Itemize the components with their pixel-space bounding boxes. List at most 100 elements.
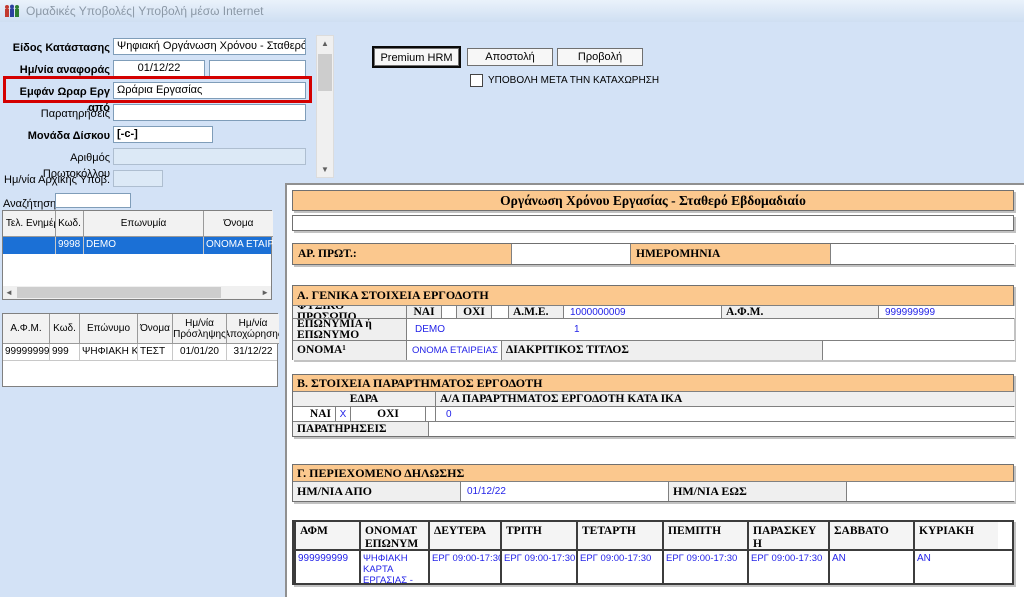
edra-nai-box[interactable]: X xyxy=(335,407,350,421)
protocol-row: ΑΡ. ΠΡΩΤ.: ΗΜΕΡΟΜΗΝΙΑ xyxy=(292,243,1014,265)
employees-table: Α.Φ.Μ. Κωδ. Επώνυμο Όνομα Ημ/νία Πρόσληψ… xyxy=(2,313,278,387)
employees-col-afm[interactable]: Α.Φ.Μ. xyxy=(3,314,50,344)
employee-eponymo[interactable]: ΨΗΦΙΑΚΗ ΚΑΡΤΑ xyxy=(80,344,138,360)
diakritikos-label: ΔΙΑΚΡΙΤΙΚΟΣ ΤΙΤΛΟΣ xyxy=(501,341,822,360)
employees-col-eponymo[interactable]: Επώνυμο xyxy=(80,314,138,344)
paratiriseis-label: Παρατηρήσεις xyxy=(2,106,110,122)
section-a-title: Α. ΓΕΝΙΚΑ ΣΤΟΙΧΕΙΑ ΕΡΓΟΔΟΤΗ xyxy=(293,286,1013,305)
form-vertical-scrollbar[interactable]: ▲ ▼ xyxy=(316,35,334,178)
section-c-title: Γ. ΠΕΡΙΕΧΟΜΕΝΟ ΔΗΛΩΣΗΣ xyxy=(293,465,1013,481)
edra-oxi-label: ΟΧΙ xyxy=(350,407,425,421)
company-updated[interactable] xyxy=(3,237,56,254)
imnia-anaforas-input-2[interactable] xyxy=(209,60,306,77)
paratiriseis-doc-value xyxy=(428,422,1015,436)
protokollo-label: Αριθμός Πρωτοκόλλου xyxy=(2,150,110,166)
title-bar: Ομαδικές Υποβολές| Υποβολή μέσω Internet xyxy=(0,0,1024,22)
nai-label: ΝΑΙ xyxy=(406,306,441,318)
date-from-value: 01/12/22 xyxy=(460,482,668,501)
document-subtitle-row xyxy=(292,215,1014,231)
oxi-box[interactable] xyxy=(491,306,508,318)
protocol-date-value xyxy=(830,244,1015,264)
edra-label: ΕΔΡΑ xyxy=(293,392,435,406)
provoli-button[interactable]: Προβολή xyxy=(557,48,643,66)
schedule-saturday: ΑΝ xyxy=(828,551,913,583)
companies-table-row[interactable]: 9998 DEMO ΟΝΟΜΑ ΕΤΑΙΡΕΙΑΣ xyxy=(3,237,271,254)
premium-hrm-button[interactable]: Premium HRM xyxy=(374,48,459,66)
companies-horizontal-scrollbar[interactable]: ◄ ► xyxy=(3,286,271,299)
document-title: Οργάνωση Χρόνου Εργασίας - Σταθερό Εβδομ… xyxy=(292,190,1014,211)
eponymia-text: DEMO xyxy=(415,324,445,335)
apostoli-button[interactable]: Αποστολή xyxy=(467,48,553,66)
eidos-katastasis-input[interactable]: Ψηφιακή Οργάνωση Χρόνου - Σταθερό Εβδομ xyxy=(113,38,306,55)
schedule-col-sunday: ΚΥΡΙΑΚΗ xyxy=(913,522,998,549)
schedule-monday: ΕΡΓ 09:00-17:30 xyxy=(428,551,500,583)
employees-table-row[interactable]: 999999999 999 ΨΗΦΙΑΚΗ ΚΑΡΤΑ ΤΕΣΤ 01/01/2… xyxy=(3,344,277,361)
schedule-col-afm: ΑΦΜ xyxy=(294,522,359,549)
employees-col-code[interactable]: Κωδ. xyxy=(50,314,80,344)
company-eponymia[interactable]: DEMO xyxy=(84,237,204,254)
paratiriseis-doc-label: ΠΑΡΑΤΗΡΗΣΕΙΣ xyxy=(293,422,428,436)
schedule-row: 999999999 ΨΗΦΙΑΚΗ ΚΑΡΤΑ ΕΡΓΑΣΙΑΣ - ΤΕΣΤ … xyxy=(294,549,1012,583)
schedule-col-name: ΟΝΟΜΑΤΕΠΩΝΥΜΟ xyxy=(359,522,428,549)
employees-col-onoma[interactable]: Όνομα xyxy=(138,314,173,344)
schedule-friday: ΕΡΓ 09:00-17:30 xyxy=(747,551,828,583)
submit-after-save-checkbox[interactable] xyxy=(470,74,483,87)
aa-pararthmatos-label: Α/Α ΠΑΡΑΡΤΗΜΑΤΟΣ ΕΡΓΟΔΟΤΗ ΚΑΤΑ ΙΚΑ xyxy=(435,392,1015,406)
employee-onoma[interactable]: ΤΕΣΤ xyxy=(138,344,173,360)
section-c: Γ. ΠΕΡΙΕΧΟΜΕΝΟ ΔΗΛΩΣΗΣ ΗΜ/ΝΙΑ ΑΠΟ 01/12/… xyxy=(292,464,1014,502)
scroll-left-icon[interactable]: ◄ xyxy=(5,288,13,297)
scrollbar-thumb[interactable] xyxy=(318,54,332,91)
date-to-label: ΗΜ/ΝΙΑ ΕΩΣ xyxy=(668,482,846,501)
companies-table: Ημ/νία Τελ. Ενημέρωσης Κωδ. Επωνυμία Όνο… xyxy=(2,210,272,300)
onoma-label: ΟΝΟΜΑ¹ xyxy=(293,341,406,360)
nai-box[interactable] xyxy=(441,306,456,318)
scroll-down-icon[interactable]: ▼ xyxy=(317,165,333,174)
schedule-tuesday: ΕΡΓ 09:00-17:30 xyxy=(500,551,576,583)
eponymia-value: DEMO 1 xyxy=(406,319,1014,340)
hscrollbar-thumb[interactable] xyxy=(17,287,221,298)
section-b: Β. ΣΤΟΙΧΕΙΑ ΠΑΡΑΡΤΗΜΑΤΟΣ ΕΡΓΟΔΟΤΗ ΕΔΡΑ Α… xyxy=(292,374,1014,437)
ame-label: Α.Μ.Ε. xyxy=(508,306,563,318)
monada-diskou-input[interactable]: [-c-] xyxy=(113,126,213,143)
schedule-col-saturday: ΣΑΒΒΑΤΟ xyxy=(828,522,913,549)
schedule-table: ΑΦΜ ΟΝΟΜΑΤΕΠΩΝΥΜΟ ΔΕΥΤΕΡΑ ΤΡΙΤΗ ΤΕΤΑΡΤΗ … xyxy=(292,520,1014,585)
scroll-right-icon[interactable]: ► xyxy=(261,288,269,297)
eponymia-number: 1 xyxy=(574,324,580,335)
window-title: Ομαδικές Υποβολές| Υποβολή μέσω Internet xyxy=(26,4,264,18)
search-input[interactable] xyxy=(55,193,131,208)
aa-pararthmatos-value: 0 xyxy=(435,407,1015,421)
submit-after-save-label: ΥΠΟΒΟΛΗ ΜΕΤΑ ΤΗΝ ΚΑΤΑΧΩΡΗΣΗ xyxy=(488,75,659,86)
protokollo-input xyxy=(113,148,306,165)
companies-col-code[interactable]: Κωδ. xyxy=(56,211,84,237)
companies-col-eponymia[interactable]: Επωνυμία xyxy=(84,211,204,237)
employees-col-left[interactable]: Ημ/νία Αποχώρησης xyxy=(227,314,279,344)
application-window: Ομαδικές Υποβολές| Υποβολή μέσω Internet… xyxy=(0,0,1024,597)
paratiriseis-input[interactable] xyxy=(113,104,306,121)
employee-hired[interactable]: 01/01/20 xyxy=(173,344,227,360)
schedule-col-tuesday: ΤΡΙΤΗ xyxy=(500,522,576,549)
employee-code[interactable]: 999 xyxy=(50,344,80,360)
companies-col-onoma[interactable]: Όνομα xyxy=(204,211,273,237)
diakritikos-value xyxy=(822,341,1015,360)
section-a: Α. ΓΕΝΙΚΑ ΣΤΟΙΧΕΙΑ ΕΡΓΟΔΟΤΗ ΦΥΣΙΚΟ ΠΡΟΣΩ… xyxy=(292,285,1014,360)
edra-oxi-box[interactable] xyxy=(425,407,435,421)
schedule-thursday: ΕΡΓ 09:00-17:30 xyxy=(662,551,747,583)
eidos-katastasis-label: Είδος Κατάστασης xyxy=(2,40,110,56)
company-onoma[interactable]: ΟΝΟΜΑ ΕΤΑΙΡΕΙΑΣ xyxy=(204,237,273,254)
employee-afm[interactable]: 999999999 xyxy=(3,344,50,360)
companies-col-updated[interactable]: Ημ/νία Τελ. Ενημέρωσης xyxy=(3,211,56,237)
employees-col-hired[interactable]: Ημ/νία Πρόσληψης xyxy=(173,314,227,344)
employee-left[interactable]: 31/12/22 xyxy=(227,344,279,360)
imnia-anaforas-input[interactable]: 01/12/22 xyxy=(113,60,205,77)
eponymia-label: ΕΠΩΝΥΜΙΑ ή ΕΠΩΝΥΜΟ xyxy=(293,319,406,340)
company-code[interactable]: 9998 xyxy=(56,237,84,254)
protocol-number-label: ΑΡ. ΠΡΩΤ.: xyxy=(293,244,511,264)
date-to-value xyxy=(846,482,1015,501)
scroll-up-icon[interactable]: ▲ xyxy=(317,39,333,48)
section-b-title: Β. ΣΤΟΙΧΕΙΑ ΠΑΡΑΡΤΗΜΑΤΟΣ ΕΡΓΟΔΟΤΗ xyxy=(293,375,1013,391)
schedule-col-friday: ΠΑΡΑΣΚΕΥΗ xyxy=(747,522,828,549)
ame-value: 1000000009 xyxy=(563,306,721,318)
schedule-col-wednesday: ΤΕΤΑΡΤΗ xyxy=(576,522,662,549)
arxiki-ypov-input xyxy=(113,170,163,187)
document-panel: Οργάνωση Χρόνου Εργασίας - Σταθερό Εβδομ… xyxy=(285,183,1024,597)
